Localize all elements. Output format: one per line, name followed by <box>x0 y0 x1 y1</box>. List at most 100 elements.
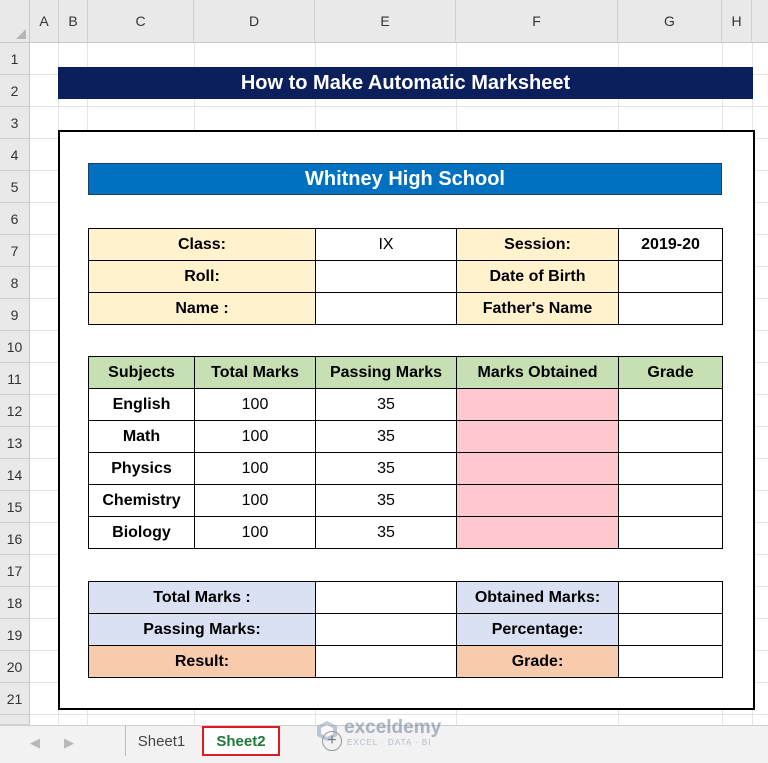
grade-cell[interactable] <box>618 516 723 549</box>
result-value[interactable] <box>315 645 457 678</box>
header-subjects[interactable]: Subjects <box>88 356 195 389</box>
scroll-tabs-right-icon[interactable]: ▶ <box>64 735 74 751</box>
total-marks-cell[interactable]: 100 <box>194 388 316 421</box>
row-header-22-partial <box>0 715 30 725</box>
subject-cell[interactable]: English <box>88 388 195 421</box>
row-header-14[interactable]: 14 <box>0 459 30 491</box>
header-total-marks[interactable]: Total Marks <box>194 356 316 389</box>
row-header-7[interactable]: 7 <box>0 235 30 267</box>
class-label[interactable]: Class: <box>88 228 316 261</box>
marks-table: Subjects Total Marks Passing Marks Marks… <box>88 356 723 549</box>
marks-obtained-cell[interactable] <box>456 452 619 485</box>
table-row: Roll: Date of Birth <box>88 260 723 293</box>
subject-cell[interactable]: Biology <box>88 516 195 549</box>
tab-sheet1[interactable]: Sheet1 <box>125 726 197 756</box>
marks-obtained-cell[interactable] <box>456 484 619 517</box>
watermark-tag: EXCEL · DATA · BI <box>347 738 432 747</box>
grade-cell[interactable] <box>618 484 723 517</box>
passing-marks-cell[interactable]: 35 <box>315 484 457 517</box>
total-marks-label[interactable]: Total Marks : <box>88 581 316 614</box>
school-name[interactable]: Whitney High School <box>88 163 722 195</box>
dob-label[interactable]: Date of Birth <box>456 260 619 293</box>
father-name-value[interactable] <box>618 292 723 325</box>
row-header-10[interactable]: 10 <box>0 331 30 363</box>
row-header-17[interactable]: 17 <box>0 555 30 587</box>
total-marks-cell[interactable]: 100 <box>194 484 316 517</box>
add-sheet-icon[interactable]: + <box>322 731 342 751</box>
row-header-13[interactable]: 13 <box>0 427 30 459</box>
row-header-5[interactable]: 5 <box>0 171 30 203</box>
passing-marks-cell[interactable]: 35 <box>315 388 457 421</box>
class-value[interactable]: IX <box>315 228 457 261</box>
father-name-label[interactable]: Father's Name <box>456 292 619 325</box>
session-label[interactable]: Session: <box>456 228 619 261</box>
name-label[interactable]: Name : <box>88 292 316 325</box>
student-info-table: Class: IX Session: 2019-20 Roll: Date of… <box>88 228 723 325</box>
column-header-d[interactable]: D <box>194 0 315 43</box>
passing-marks-value[interactable] <box>315 613 457 646</box>
row-header-4[interactable]: 4 <box>0 139 30 171</box>
marks-obtained-cell[interactable] <box>456 388 619 421</box>
column-header-a[interactable]: A <box>30 0 59 43</box>
header-marks-obtained[interactable]: Marks Obtained <box>456 356 619 389</box>
grade-cell[interactable] <box>618 420 723 453</box>
row-header-8[interactable]: 8 <box>0 267 30 299</box>
obtained-marks-label[interactable]: Obtained Marks: <box>456 581 619 614</box>
marks-obtained-cell[interactable] <box>456 516 619 549</box>
passing-marks-label[interactable]: Passing Marks: <box>88 613 316 646</box>
passing-marks-cell[interactable]: 35 <box>315 420 457 453</box>
grade-cell[interactable] <box>618 452 723 485</box>
row-header-16[interactable]: 16 <box>0 523 30 555</box>
total-marks-cell[interactable]: 100 <box>194 420 316 453</box>
table-row: Class: IX Session: 2019-20 <box>88 228 723 261</box>
result-label[interactable]: Result: <box>88 645 316 678</box>
table-row: Biology 100 35 <box>88 516 723 549</box>
dob-value[interactable] <box>618 260 723 293</box>
passing-marks-cell[interactable]: 35 <box>315 452 457 485</box>
roll-value[interactable] <box>315 260 457 293</box>
column-header-c[interactable]: C <box>88 0 194 43</box>
header-passing-marks[interactable]: Passing Marks <box>315 356 457 389</box>
row-header-12[interactable]: 12 <box>0 395 30 427</box>
name-value[interactable] <box>315 292 457 325</box>
total-marks-cell[interactable]: 100 <box>194 516 316 549</box>
table-row: Math 100 35 <box>88 420 723 453</box>
final-grade-label[interactable]: Grade: <box>456 645 619 678</box>
row-header-2[interactable]: 2 <box>0 75 30 107</box>
row-header-19[interactable]: 19 <box>0 619 30 651</box>
sheet-title[interactable]: How to Make Automatic Marksheet <box>58 67 753 99</box>
subject-cell[interactable]: Math <box>88 420 195 453</box>
roll-label[interactable]: Roll: <box>88 260 316 293</box>
obtained-marks-value[interactable] <box>618 581 723 614</box>
subject-cell[interactable]: Physics <box>88 452 195 485</box>
row-header-18[interactable]: 18 <box>0 587 30 619</box>
tab-sheet2[interactable]: Sheet2 <box>202 726 280 756</box>
row-header-6[interactable]: 6 <box>0 203 30 235</box>
column-header-f[interactable]: F <box>456 0 618 43</box>
passing-marks-cell[interactable]: 35 <box>315 516 457 549</box>
select-all-corner[interactable] <box>0 0 30 43</box>
row-header-15[interactable]: 15 <box>0 491 30 523</box>
total-marks-cell[interactable]: 100 <box>194 452 316 485</box>
total-marks-value[interactable] <box>315 581 457 614</box>
percentage-label[interactable]: Percentage: <box>456 613 619 646</box>
percentage-value[interactable] <box>618 613 723 646</box>
row-header-3[interactable]: 3 <box>0 107 30 139</box>
row-header-9[interactable]: 9 <box>0 299 30 331</box>
row-header-21[interactable]: 21 <box>0 683 30 715</box>
column-header-b[interactable]: B <box>59 0 88 43</box>
grade-cell[interactable] <box>618 388 723 421</box>
row-header-1[interactable]: 1 <box>0 43 30 75</box>
marks-obtained-cell[interactable] <box>456 420 619 453</box>
session-value[interactable]: 2019-20 <box>618 228 723 261</box>
final-grade-value[interactable] <box>618 645 723 678</box>
row-header-20[interactable]: 20 <box>0 651 30 683</box>
column-header-e[interactable]: E <box>315 0 456 43</box>
scroll-tabs-left-icon[interactable]: ◀ <box>30 735 40 751</box>
subject-cell[interactable]: Chemistry <box>88 484 195 517</box>
row-header-11[interactable]: 11 <box>0 363 30 395</box>
header-grade[interactable]: Grade <box>618 356 723 389</box>
column-header-g[interactable]: G <box>618 0 722 43</box>
column-header-h[interactable]: H <box>722 0 752 43</box>
column-header-overflow <box>752 0 768 43</box>
